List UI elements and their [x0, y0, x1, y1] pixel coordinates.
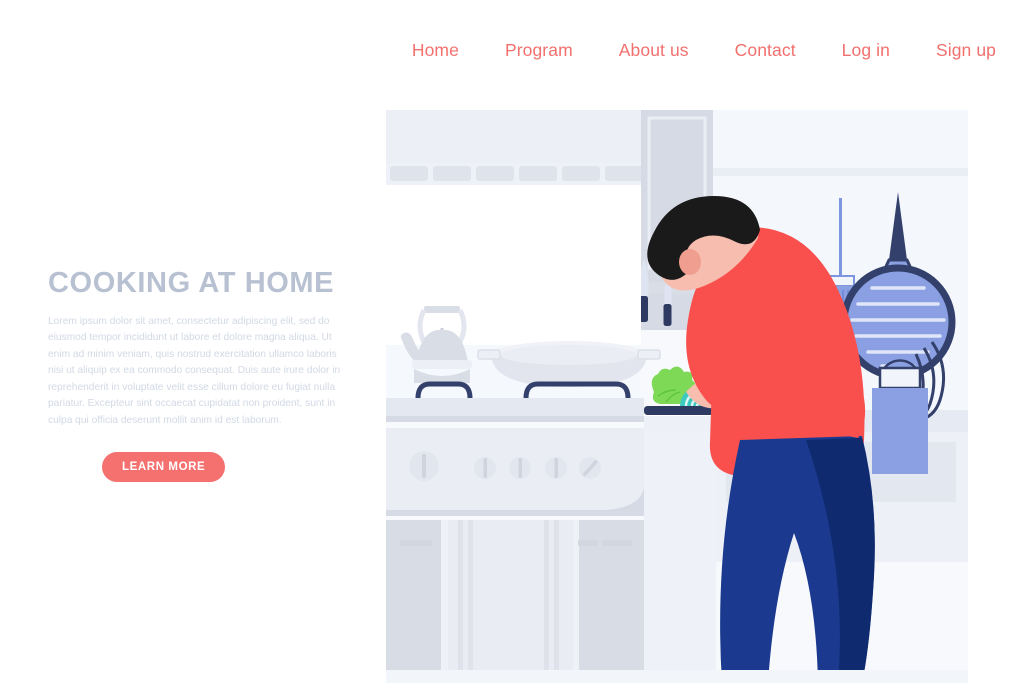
upper-cabinets [386, 110, 641, 168]
nav-item-log-in[interactable]: Log in [842, 34, 890, 67]
nav-item-home[interactable]: Home [412, 34, 459, 67]
learn-more-button[interactable]: LEARN MORE [102, 451, 226, 482]
main-navigation: Home Program About us Contact Log in Sig… [0, 0, 1024, 100]
wall-right-trim [713, 168, 968, 176]
hero-description: Lorem ipsum dolor sit amet, consectetur … [48, 315, 341, 426]
nav-item-contact[interactable]: Contact [735, 34, 796, 67]
page-title: COOKING AT HOME [48, 267, 335, 299]
utensil-holder [872, 359, 928, 474]
kitchen-scene-svg [386, 110, 968, 683]
nav-item-about-us[interactable]: About us [619, 34, 689, 67]
nav-list: Home Program About us Contact Log in Sig… [412, 34, 996, 67]
hero-section: COOKING AT HOME Lorem ipsum dolor sit am… [48, 267, 348, 482]
floor [386, 670, 968, 683]
person-ear [679, 249, 701, 275]
cabinet-center-lower [644, 432, 716, 683]
nav-item-program[interactable]: Program [505, 34, 573, 67]
stove-top-edge [386, 416, 644, 422]
kitchen-illustration [386, 110, 968, 683]
nav-item-sign-up[interactable]: Sign up [936, 34, 996, 67]
